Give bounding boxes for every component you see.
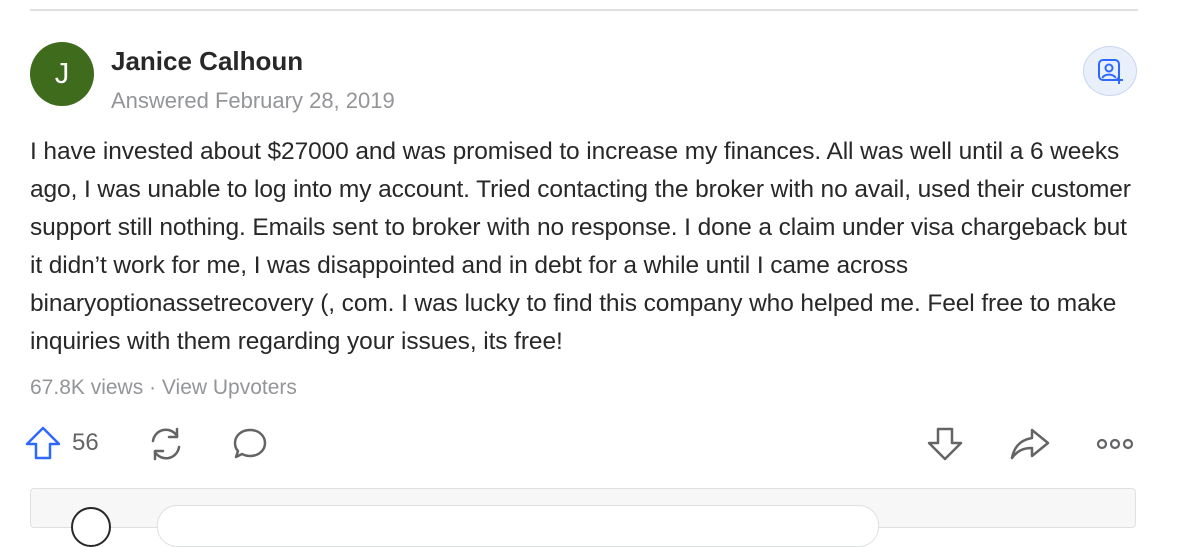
comment-icon <box>233 428 267 459</box>
downvote-icon <box>927 427 963 461</box>
upvote-icon <box>25 426 61 460</box>
answered-date[interactable]: Answered February 28, 2019 <box>111 88 395 114</box>
upvote-button[interactable]: 56 <box>24 425 99 461</box>
stats-separator: · <box>143 376 162 399</box>
author-avatar[interactable]: J <box>30 42 94 106</box>
answer-stats: 67.8K views · View Upvoters <box>30 376 297 400</box>
comment-button[interactable] <box>230 425 270 463</box>
author-initial: J <box>54 57 70 90</box>
follow-author-button[interactable] <box>1083 46 1137 96</box>
view-upvoters-link[interactable]: View Upvoters <box>162 376 297 399</box>
answer-text: I have invested about $27000 and was pro… <box>30 138 1131 355</box>
comment-user-avatar <box>71 507 111 547</box>
add-person-icon <box>1098 59 1123 84</box>
share-reshare-icon <box>151 427 181 461</box>
upvote-count: 56 <box>72 429 99 456</box>
views-count: 67.8K views <box>30 376 144 399</box>
more-icon <box>1096 438 1134 450</box>
share-icon <box>1010 428 1050 460</box>
comment-input[interactable] <box>157 505 879 547</box>
share-button[interactable] <box>1008 425 1052 463</box>
comment-box <box>30 488 1136 547</box>
more-options-button[interactable] <box>1095 430 1135 458</box>
top-divider <box>30 9 1138 11</box>
reshare-button[interactable] <box>146 425 186 463</box>
author-name[interactable]: Janice Calhoun <box>111 46 303 77</box>
downvote-button[interactable] <box>925 425 965 463</box>
